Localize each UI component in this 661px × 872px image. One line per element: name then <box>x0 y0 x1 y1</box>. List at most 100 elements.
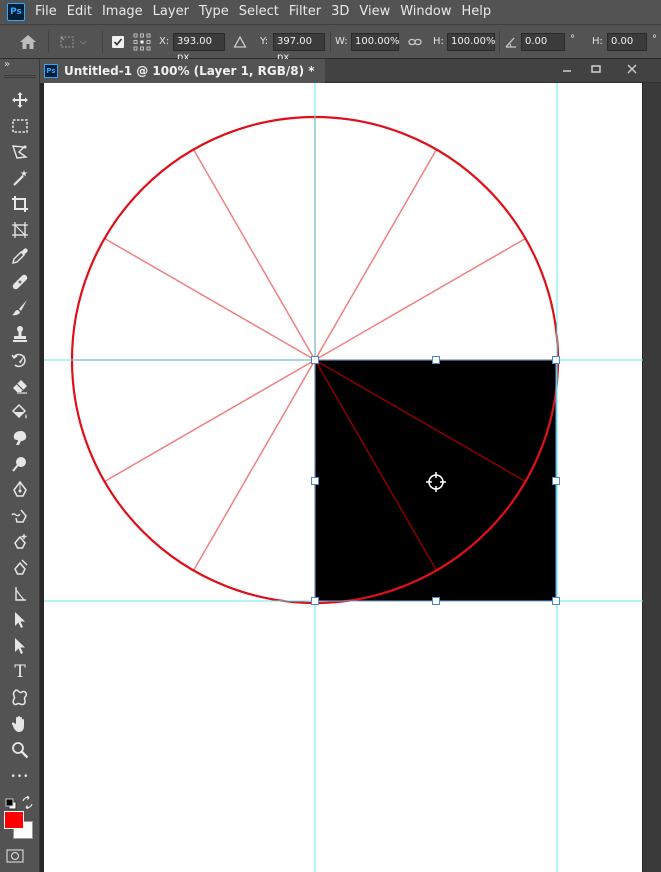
healing-brush-tool[interactable] <box>8 271 32 293</box>
add-anchor-icon <box>14 534 27 549</box>
pen-tool[interactable] <box>8 479 32 501</box>
marquee-tool[interactable] <box>8 115 32 137</box>
add-anchor-tool[interactable] <box>8 531 32 553</box>
close-icon[interactable] <box>619 59 645 79</box>
rotate-angle-icon[interactable] <box>501 32 521 52</box>
width-label: W: <box>335 36 348 47</box>
quick-mask-icon[interactable] <box>6 848 24 867</box>
horizontal-skew-label: H: <box>592 36 603 47</box>
y-label: Y: <box>260 36 269 47</box>
menu-help[interactable]: Help <box>457 0 497 24</box>
document-canvas[interactable] <box>44 83 642 872</box>
eraser-tool[interactable] <box>8 375 32 397</box>
eyedropper-icon <box>12 248 28 264</box>
menu-bar: Ps File Edit Image Layer Type Select Fil… <box>0 0 661 24</box>
menu-file[interactable]: File <box>31 0 62 24</box>
y-position-field[interactable]: 397.00 px <box>273 33 325 63</box>
lasso-tool[interactable] <box>8 141 32 163</box>
degree-unit: ° <box>570 34 575 45</box>
minimize-icon[interactable] <box>554 59 580 79</box>
eraser-icon <box>13 380 27 394</box>
link-icon[interactable] <box>405 32 425 52</box>
convert-point-tool[interactable] <box>8 557 32 579</box>
options-separator <box>48 31 49 53</box>
blur-icon <box>13 431 27 445</box>
type-tool[interactable]: T <box>8 661 32 683</box>
document-tab-bar: Ps Untitled-1 @ 100% (Layer 1, RGB/8) * <box>40 59 661 83</box>
move-tool[interactable] <box>8 89 32 111</box>
tool-preset-icon[interactable] <box>58 32 88 52</box>
blur-tool[interactable] <box>8 427 32 449</box>
degree-unit: ° <box>652 34 657 45</box>
zoom-tool[interactable] <box>8 739 32 761</box>
width-field[interactable]: 100.00% <box>351 33 400 51</box>
move-icon <box>12 92 28 108</box>
convert-point-icon <box>14 559 28 575</box>
more-tools-button[interactable]: ••• <box>8 766 32 788</box>
reference-point-icon[interactable] <box>132 32 152 52</box>
clone-stamp-tool[interactable] <box>8 323 32 345</box>
frame-icon <box>12 222 28 238</box>
hand-tool[interactable] <box>8 713 32 735</box>
menu-filter[interactable]: Filter <box>284 0 326 24</box>
checkbox-checked-icon[interactable] <box>108 32 128 52</box>
menu-layer[interactable]: Layer <box>148 0 194 24</box>
tools-panel: » T ••• <box>0 59 40 872</box>
menu-type[interactable]: Type <box>194 0 234 24</box>
rotation-field[interactable]: 0.00 <box>521 33 565 51</box>
x-label: X: <box>159 36 170 47</box>
options-separator <box>499 31 500 53</box>
eyedropper-tool[interactable] <box>8 245 32 267</box>
crop-tool[interactable] <box>8 193 32 215</box>
freeform-pen-icon <box>11 509 27 523</box>
history-brush-tool[interactable] <box>8 349 32 371</box>
angle-line-tool[interactable] <box>8 583 32 605</box>
document-tab-title: Untitled-1 @ 100% (Layer 1, RGB/8) * <box>64 64 315 78</box>
document-tab[interactable]: Ps Untitled-1 @ 100% (Layer 1, RGB/8) * <box>40 59 325 83</box>
custom-shape-icon <box>12 689 27 706</box>
freeform-pen-tool[interactable] <box>8 505 32 527</box>
hand-icon <box>11 716 24 732</box>
menu-edit[interactable]: Edit <box>62 0 97 24</box>
options-separator <box>102 31 103 53</box>
horizontal-skew-field[interactable]: 0.00 <box>607 33 647 51</box>
crop-icon <box>12 196 28 212</box>
path-selection-tool[interactable] <box>8 609 32 631</box>
frame-tool[interactable] <box>8 219 32 241</box>
custom-shape-tool[interactable] <box>8 687 32 709</box>
paint-bucket-tool[interactable] <box>8 401 32 423</box>
options-separator <box>330 31 331 53</box>
magic-wand-icon <box>13 170 28 186</box>
menu-select[interactable]: Select <box>234 0 284 24</box>
relative-position-icon[interactable] <box>230 32 250 52</box>
zoom-icon <box>12 742 29 759</box>
pen-icon <box>13 481 27 497</box>
vertical-scrollbar[interactable] <box>643 83 661 872</box>
photoshop-logo[interactable]: Ps <box>7 3 25 21</box>
angle-line-icon <box>15 587 26 601</box>
menu-3d[interactable]: 3D <box>326 0 354 24</box>
marquee-icon <box>12 119 28 133</box>
height-label: H: <box>433 36 444 47</box>
dodge-icon <box>12 457 26 472</box>
options-bar: X: 393.00 px Y: 397.00 px W: 100.00% H: … <box>0 24 661 63</box>
menu-window[interactable]: Window <box>395 0 456 24</box>
magic-wand-tool[interactable] <box>8 167 32 189</box>
brush-tool[interactable] <box>8 297 32 319</box>
clone-stamp-icon <box>13 326 27 342</box>
paint-bucket-icon <box>11 403 27 419</box>
dodge-tool[interactable] <box>8 453 32 475</box>
restore-icon[interactable] <box>583 59 609 79</box>
menu-image[interactable]: Image <box>97 0 148 24</box>
direct-selection-tool[interactable] <box>8 635 32 657</box>
collapse-panel-icon[interactable]: » <box>4 59 10 70</box>
history-brush-icon <box>11 353 26 368</box>
home-icon[interactable] <box>18 32 38 52</box>
x-position-field[interactable]: 393.00 px <box>173 33 225 63</box>
height-field[interactable]: 100.00% <box>447 33 496 51</box>
path-selection-icon <box>15 612 25 628</box>
panel-grip[interactable] <box>4 75 36 78</box>
brush-icon <box>12 300 27 316</box>
foreground-color-swatch[interactable] <box>4 811 24 829</box>
menu-view[interactable]: View <box>354 0 395 24</box>
